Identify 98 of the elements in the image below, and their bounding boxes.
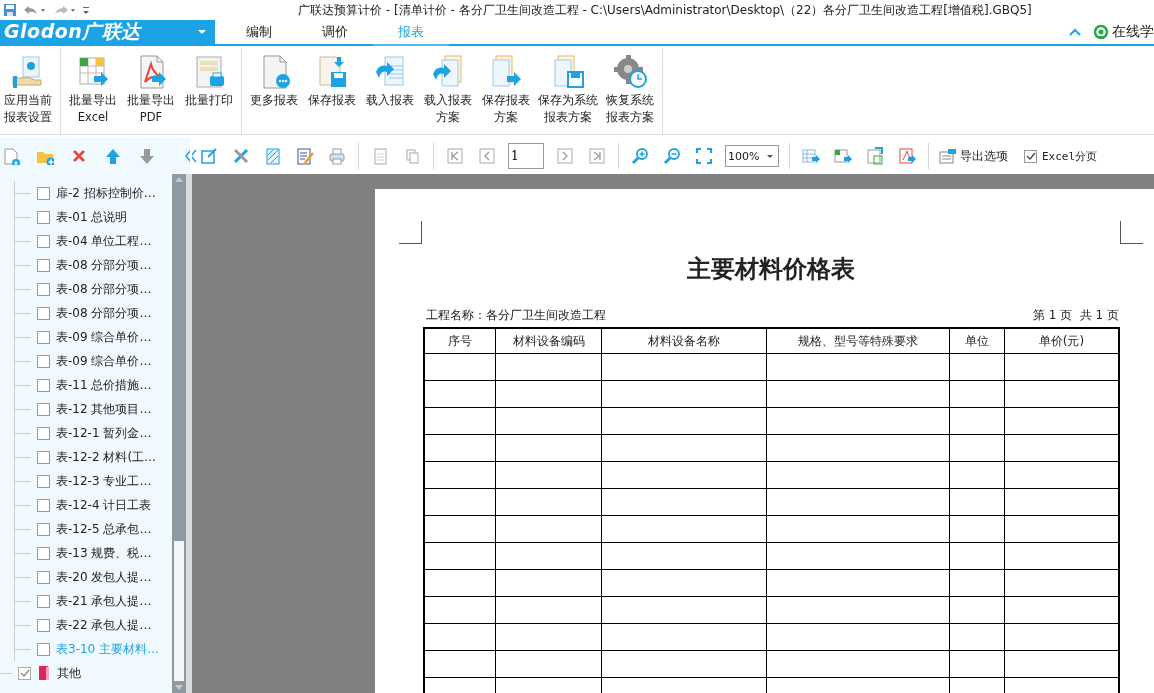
page-info: 第 1 页 共 1 页 <box>1032 307 1119 324</box>
scroll-down-icon[interactable] <box>175 685 183 690</box>
fullscreen-icon[interactable] <box>693 145 715 167</box>
ribbon-button[interactable]: 保存报表 <box>303 48 361 134</box>
tree-item[interactable]: 表-12-5 总承包… <box>56 520 152 538</box>
menu-tab[interactable]: 调价 <box>297 20 373 44</box>
import-scheme-icon <box>431 54 465 90</box>
save-scheme-icon <box>551 54 585 90</box>
ribbon-button[interactable]: 保存为系统 报表方案 <box>535 48 601 134</box>
column-header: 单位 <box>949 328 1005 354</box>
tree-item[interactable]: 表-09 综合单价… <box>56 328 152 346</box>
ribbon-button[interactable]: 批量打印 <box>180 48 238 134</box>
save-icon[interactable] <box>3 3 17 17</box>
crop-mark <box>399 221 422 244</box>
page-number-field[interactable]: 1 <box>508 143 544 169</box>
first-page-icon[interactable] <box>444 145 466 167</box>
tree-item[interactable]: 表-04 单位工程… <box>56 232 152 250</box>
tree-checkbox[interactable] <box>37 570 50 584</box>
tree-item[interactable]: 表-12-2 材料(工… <box>56 448 157 466</box>
excel-paging-checkbox[interactable] <box>1024 149 1037 163</box>
next-page-icon[interactable] <box>554 145 576 167</box>
crop-mark <box>1120 221 1143 244</box>
tree-checkbox[interactable] <box>37 306 50 320</box>
pdf-export-icon[interactable] <box>896 145 918 167</box>
tree-checkbox[interactable] <box>37 498 50 512</box>
dropdown-icon <box>766 153 774 159</box>
tree-checkbox[interactable] <box>37 546 50 560</box>
tree-item[interactable]: 表-22 承包人提… <box>56 616 152 634</box>
tree-checkbox[interactable] <box>37 450 50 464</box>
window-title: 广联达预算计价 - [清单计价 - 各分厂卫生间改造工程 - C:\Users\Administrator\Desktop\（22）各分厂卫生间改造工程[增值税].GBQ5] <box>298 1 1032 19</box>
report-title: 主要材料价格表 <box>686 253 856 285</box>
tree-checkbox[interactable] <box>37 330 50 344</box>
scroll-thumb[interactable] <box>174 541 184 681</box>
tree-checkbox[interactable] <box>37 594 50 608</box>
tree-checkbox[interactable] <box>37 522 50 536</box>
ribbon-button[interactable]: 更多报表 <box>245 48 303 134</box>
tree-item[interactable]: 表-12 其他项目… <box>56 400 152 418</box>
tree-item[interactable]: 表-08 分部分项… <box>56 304 152 322</box>
gear-clock-icon <box>613 54 647 90</box>
collapse-ribbon-icon[interactable] <box>1069 28 1081 36</box>
tree-checkbox[interactable] <box>37 258 50 272</box>
headset-icon <box>1093 24 1109 40</box>
zoom-out-icon[interactable] <box>661 145 683 167</box>
checkbox-label: Excel分页 <box>1042 148 1098 164</box>
tree-item[interactable]: 表-21 承包人提… <box>56 592 152 610</box>
tree-item[interactable]: 扉-2 招标控制价… <box>56 184 156 202</box>
project-name: 工程名称：各分厂卫生间改造工程 <box>426 307 606 324</box>
tree-item[interactable]: 表-12-4 计日工表 <box>56 496 152 514</box>
tree-checkbox[interactable] <box>37 354 50 368</box>
tree-item[interactable]: 表-08 分部分项… <box>56 256 152 274</box>
tree-checkbox[interactable] <box>37 402 50 416</box>
tree-checkbox[interactable] <box>37 378 50 392</box>
book-icon <box>37 665 51 681</box>
printer-icon[interactable] <box>326 145 348 167</box>
ribbon-button[interactable]: 恢复系统 报表方案 <box>601 48 659 134</box>
export-scheme-icon <box>489 54 523 90</box>
tree-item[interactable]: 其他 <box>57 664 81 682</box>
ribbon-button[interactable]: 载入报表 方案 <box>419 48 477 134</box>
tree-item[interactable]: 表-11 总价措施… <box>56 376 152 394</box>
ribbon-button[interactable]: 应用当前 报表设置 <box>0 48 57 134</box>
edit-icon[interactable] <box>198 145 220 167</box>
ribbon-button[interactable]: 批量导出 PDF <box>122 48 180 134</box>
ribbon-button[interactable]: 载入报表 <box>361 48 419 134</box>
tree-checkbox[interactable] <box>37 618 50 632</box>
tree-item[interactable]: 表-12-1 暂列金… <box>56 424 152 442</box>
column-header: 材料设备编码 <box>495 328 602 354</box>
column-header: 序号 <box>424 328 496 354</box>
tree-checkbox[interactable] <box>37 234 50 248</box>
zoom-select[interactable]: 100% <box>725 145 779 167</box>
notes-pencil-icon[interactable] <box>294 145 316 167</box>
ribbon-button[interactable]: 批量导出 Excel <box>64 48 122 134</box>
options-icon <box>939 148 957 164</box>
column-header: 规格、型号等特殊要求 <box>766 328 950 354</box>
previous-page-icon[interactable] <box>476 145 498 167</box>
online-help-link[interactable]: 在线学 <box>1093 20 1154 44</box>
page-swap-icon[interactable] <box>864 145 886 167</box>
tree-checkbox[interactable] <box>18 666 31 680</box>
tree-checkbox[interactable] <box>37 186 50 200</box>
tree-item[interactable]: 表-13 规费、税… <box>56 544 152 562</box>
tree-item[interactable]: 表-08 分部分项… <box>56 280 152 298</box>
scrollbar[interactable] <box>172 174 186 693</box>
tree-item[interactable]: 表-12-3 专业工… <box>56 472 152 490</box>
column-header: 材料设备名称 <box>601 328 767 354</box>
ribbon-button[interactable]: 保存报表 方案 <box>477 48 535 134</box>
tree-item[interactable]: 表-01 总说明 <box>56 208 128 226</box>
menu-tab[interactable]: 编制 <box>221 20 297 44</box>
zoom-in-icon[interactable] <box>629 145 651 167</box>
export-options-button[interactable]: 导出选项 <box>939 147 1008 165</box>
scroll-up-icon[interactable] <box>175 177 183 182</box>
tree-checkbox[interactable] <box>37 210 50 224</box>
dropdown-icon <box>197 29 207 35</box>
tree-checkbox[interactable] <box>37 474 50 488</box>
last-page-icon[interactable] <box>586 145 608 167</box>
tree-item[interactable]: 表-09 综合单价… <box>56 352 152 370</box>
tree-checkbox[interactable] <box>37 282 50 296</box>
tree-checkbox[interactable] <box>37 642 50 656</box>
tree-checkbox[interactable] <box>37 426 50 440</box>
tree-item[interactable]: 表-20 发包人提… <box>56 568 152 586</box>
